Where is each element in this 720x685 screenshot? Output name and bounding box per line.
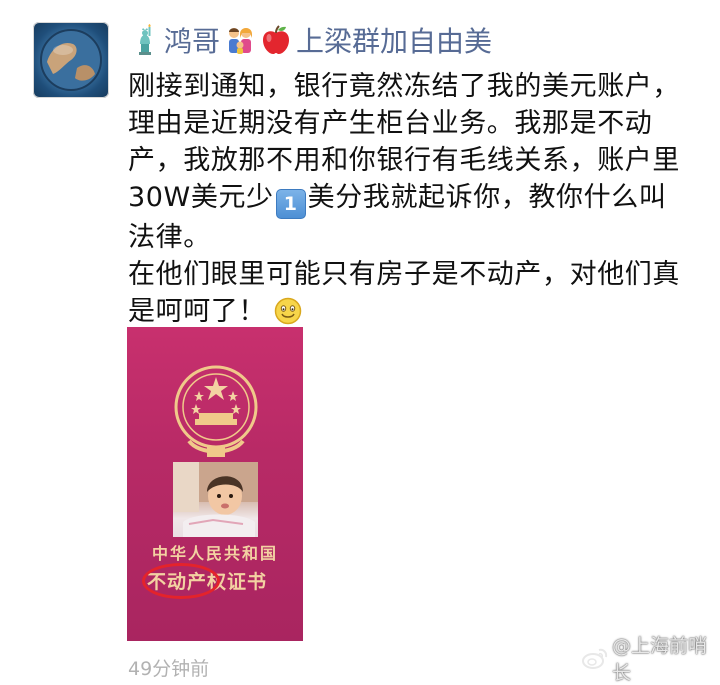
moments-post: 鸿哥 上梁群加自由美 刚接到通知，银行竟然冻结了我的美元账户，理由是近期没有产生… bbox=[0, 0, 720, 684]
watermark-text: @上海前哨长 bbox=[612, 635, 708, 684]
message-text-2: 在他们眼里可能只有房子是不动产，对他们真是呵呵了！ bbox=[128, 259, 680, 327]
avatar[interactable] bbox=[33, 22, 109, 98]
certificate-title-line1: 中华人民共和国 bbox=[151, 544, 278, 563]
author-name-row[interactable]: 鸿哥 上梁群加自由美 bbox=[128, 18, 492, 62]
weibo-logo-icon bbox=[582, 647, 608, 669]
author-name-part2: 上梁群加自由美 bbox=[296, 25, 493, 58]
author-name-part1: 鸿哥 bbox=[164, 25, 221, 58]
property-certificate-image[interactable]: 中华人民共和国 不动产权证书 bbox=[127, 327, 303, 641]
child-photo-image bbox=[173, 462, 258, 537]
statue-of-liberty-icon bbox=[128, 24, 160, 56]
globe-avatar-image bbox=[40, 29, 102, 91]
post-message: 刚接到通知，银行竟然冻结了我的美元账户，理由是近期没有产生柜台业务。我那是不动产… bbox=[128, 68, 693, 330]
family-icon bbox=[224, 24, 256, 56]
smiling-face-icon bbox=[274, 297, 302, 325]
message-paragraph-2: 在他们眼里可能只有房子是不动产，对他们真是呵呵了！ bbox=[128, 256, 693, 330]
watermark: @上海前哨长 bbox=[582, 635, 720, 684]
message-paragraph-1: 刚接到通知，银行竟然冻结了我的美元账户，理由是近期没有产生柜台业务。我那是不动产… bbox=[128, 68, 693, 256]
red-circle-annotation bbox=[142, 563, 220, 599]
post-timestamp: 49分钟前 bbox=[128, 658, 210, 680]
keycap-one-icon: 1 bbox=[275, 189, 306, 219]
red-apple-icon bbox=[260, 24, 292, 56]
national-emblem-icon bbox=[174, 365, 258, 457]
